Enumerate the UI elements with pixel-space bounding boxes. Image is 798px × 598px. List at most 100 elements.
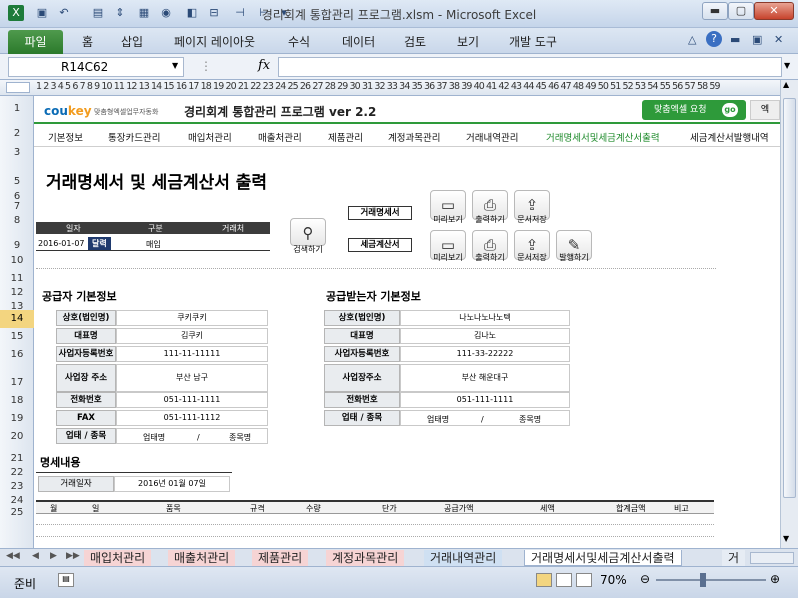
row-number[interactable]: 12 — [0, 286, 34, 300]
search-button[interactable]: ⚲ — [290, 218, 326, 246]
supplier-value[interactable]: 김쿠키 — [116, 328, 268, 344]
supplier-value[interactable]: 부산 남구 — [116, 364, 268, 392]
maximize-button[interactable]: ▢ — [728, 2, 754, 20]
tab-nav-prev-icon[interactable]: ◀ — [32, 551, 39, 561]
zoom-level[interactable]: 70% — [600, 573, 627, 587]
sheet-tab[interactable]: 제품관리 — [252, 550, 309, 566]
close-button[interactable]: ✕ — [754, 2, 794, 20]
ribbon-collapse-icon[interactable]: △ — [688, 33, 696, 46]
sheet-tab[interactable]: 매출처관리 — [168, 550, 236, 566]
scroll-up-icon[interactable]: ▲ — [783, 80, 789, 89]
supplier-value[interactable]: 111-11-11111 — [116, 346, 268, 362]
menu-purchase-client[interactable]: 매입처관리 — [188, 130, 232, 144]
row-number[interactable]: 10 — [0, 254, 34, 268]
page-break-view-icon[interactable] — [576, 573, 592, 587]
receiver-business-value[interactable]: 업태명 / 종목명 — [400, 410, 570, 426]
menu-invoice-history[interactable]: 세금계산서발행내역 — [690, 130, 769, 144]
help-icon[interactable]: ? — [706, 31, 722, 47]
select-all-button[interactable] — [6, 82, 30, 93]
normal-view-icon[interactable] — [536, 573, 552, 587]
formula-input[interactable] — [278, 57, 782, 77]
menu-bank-card[interactable]: 통장카드관리 — [108, 130, 160, 144]
tab-formulas[interactable]: 수식 — [288, 33, 310, 50]
row-number-selected[interactable]: 14 — [0, 310, 34, 328]
horizontal-scrollbar[interactable] — [750, 552, 794, 564]
menu-transactions[interactable]: 거래내역관리 — [466, 130, 518, 144]
row-number[interactable]: 15 — [0, 328, 34, 346]
sheet-tab[interactable]: 매입처관리 — [84, 550, 152, 566]
tab-page-layout[interactable]: 페이지 레이아웃 — [174, 33, 255, 50]
tab-nav-last-icon[interactable]: ▶▶ — [66, 551, 80, 561]
row-number[interactable]: 2 — [0, 120, 34, 142]
tab-review[interactable]: 검토 — [404, 33, 426, 50]
tab-developer[interactable]: 개발 도구 — [509, 33, 557, 50]
search-type-value[interactable]: 매입 — [146, 239, 161, 250]
tab-data[interactable]: 데이터 — [342, 33, 375, 50]
chevron-down-icon[interactable]: ▼ — [172, 61, 178, 70]
sheet-tab-active[interactable]: 거래명세서및세금계산서출력 — [524, 550, 682, 566]
extra-button[interactable]: 엑 — [750, 100, 780, 120]
trade-date-value[interactable]: 2016년 01월 07일 — [114, 476, 230, 492]
expand-formula-icon[interactable]: ▼ — [784, 61, 790, 70]
vertical-scrollbar[interactable]: ▲ ▼ — [780, 80, 798, 548]
receiver-value[interactable]: 051-111-1111 — [400, 392, 570, 408]
row-number[interactable]: 25 — [0, 506, 34, 520]
zoom-slider-thumb[interactable] — [700, 573, 706, 587]
go-badge[interactable]: go — [722, 103, 738, 117]
tab-nav-next-icon[interactable]: ▶ — [50, 551, 57, 561]
zoom-out-icon[interactable]: ⊖ — [640, 572, 650, 586]
row-number[interactable]: 21 — [0, 452, 34, 466]
name-box[interactable]: R14C62 — [8, 57, 184, 77]
search-date-value[interactable]: 2016-01-07 — [38, 239, 85, 248]
column-numbers[interactable]: 1 2 3 4 5 6 7 8 9 10 11 12 13 14 15 16 1… — [36, 81, 721, 92]
menu-sales-client[interactable]: 매출처관리 — [258, 130, 302, 144]
supplier-value[interactable]: 쿠키쿠키 — [116, 310, 268, 326]
calendar-button[interactable]: 달력 — [88, 237, 111, 250]
tab-file[interactable]: 파일 — [8, 30, 63, 54]
supplier-value[interactable]: 051-111-1112 — [116, 410, 268, 426]
row-number[interactable]: 23 — [0, 480, 34, 494]
tab-nav-first-icon[interactable]: ◀◀ — [6, 551, 20, 561]
minimize-button[interactable]: ▬ — [702, 2, 728, 20]
ribbon-minimize-icon[interactable]: ▬ — [730, 33, 740, 46]
page-layout-view-icon[interactable] — [556, 573, 572, 587]
menu-accounts[interactable]: 계정과목관리 — [388, 130, 440, 144]
row-number[interactable]: 20 — [0, 428, 34, 446]
tab-home[interactable]: 홈 — [82, 33, 93, 50]
tab-view[interactable]: 보기 — [457, 33, 479, 50]
zoom-in-icon[interactable]: ⊕ — [770, 572, 780, 586]
row-number[interactable]: 9 — [0, 239, 34, 253]
row-number[interactable]: 3 — [0, 146, 34, 160]
row-number[interactable]: 22 — [0, 466, 34, 480]
row-number[interactable]: 16 — [0, 346, 34, 364]
row-number[interactable]: 18 — [0, 392, 34, 410]
menu-basic-info[interactable]: 기본정보 — [48, 130, 83, 144]
supplier-value[interactable]: 051-111-1111 — [116, 392, 268, 408]
row-number[interactable]: 1 — [0, 98, 34, 120]
row-number[interactable]: 8 — [0, 214, 34, 228]
row-number[interactable]: 11 — [0, 272, 34, 286]
receiver-value[interactable]: 김나노 — [400, 328, 570, 344]
macro-record-icon[interactable]: ▤ — [58, 573, 74, 587]
receiver-value[interactable]: 나노나노나노텍 — [400, 310, 570, 326]
scroll-down-icon[interactable]: ▼ — [783, 534, 789, 543]
sheet-grid[interactable]: coukey 맞춤형엑셀업무자동화 경리회계 통합관리 프로그램 ver 2.2… — [34, 96, 780, 548]
menu-statement-invoice-active[interactable]: 거래명세서및세금계산서출력 — [546, 130, 660, 144]
sheet-tab[interactable]: 거래내역관리 — [424, 550, 503, 566]
menu-products[interactable]: 제품관리 — [328, 130, 363, 144]
row-number[interactable]: 19 — [0, 410, 34, 428]
zoom-slider[interactable] — [656, 579, 766, 581]
sheet-tab[interactable]: 거 — [722, 550, 746, 566]
tab-insert[interactable]: 삽입 — [121, 33, 143, 50]
ribbon-close-icon[interactable]: ✕ — [774, 33, 783, 46]
receiver-value[interactable]: 부산 해운대구 — [400, 364, 570, 392]
insert-function-button[interactable]: fx — [258, 58, 270, 73]
receiver-value[interactable]: 111-33-22222 — [400, 346, 570, 362]
ribbon-restore-icon[interactable]: ▣ — [752, 33, 762, 46]
row-number[interactable]: 17 — [0, 374, 34, 392]
sheet-tab[interactable]: 계정과목관리 — [326, 550, 405, 566]
scroll-thumb[interactable] — [783, 98, 796, 498]
row-number[interactable]: 5 — [0, 172, 34, 192]
row-number[interactable]: 7 — [0, 200, 34, 214]
supplier-business-value[interactable]: 업태명 / 종목명 — [116, 428, 268, 444]
